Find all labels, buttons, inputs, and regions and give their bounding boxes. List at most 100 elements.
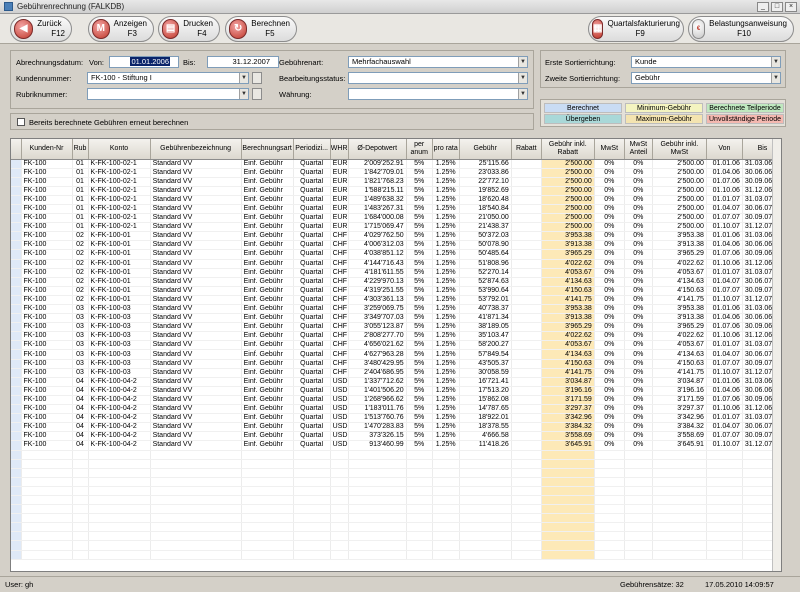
row-selector[interactable] bbox=[11, 413, 22, 424]
row-selector[interactable] bbox=[11, 368, 22, 378]
customer-select[interactable]: FK-100 - Stiftung I ▼ bbox=[87, 72, 249, 84]
second-sort-select[interactable]: Gebühr ▼ bbox=[631, 72, 781, 84]
row-selector[interactable] bbox=[11, 259, 22, 269]
row-selector[interactable] bbox=[11, 349, 22, 360]
view-button[interactable]: M Anzeigen F3 bbox=[88, 16, 154, 42]
table-row[interactable]: FK-100 04 K-FK-100-04-2 Standard VV Einf. Ge… bbox=[11, 422, 781, 433]
row-selector[interactable] bbox=[11, 422, 22, 433]
row-selector[interactable] bbox=[11, 195, 22, 205]
table-row[interactable]: FK-100 04 K-FK-100-04-2 Standard VV Einf. Ge… bbox=[11, 431, 781, 442]
column-header[interactable]: Ø-Depotwert bbox=[348, 139, 407, 160]
column-header[interactable]: Konto bbox=[88, 139, 151, 160]
column-header[interactable]: Von bbox=[706, 139, 743, 160]
recalc-checkbox[interactable] bbox=[17, 118, 25, 126]
table-row[interactable]: FK-100 01 K-FK-100-02-1 Standard VV Einf. Ge… bbox=[11, 186, 781, 196]
row-selector[interactable] bbox=[11, 404, 22, 415]
row-selector[interactable] bbox=[11, 359, 22, 369]
table-row[interactable]: FK-100 01 K-FK-100-02-1 Standard VV Einf. Ge… bbox=[11, 222, 781, 233]
row-selector[interactable] bbox=[11, 295, 22, 306]
vertical-scrollbar[interactable] bbox=[772, 139, 781, 571]
row-selector[interactable] bbox=[11, 268, 22, 278]
column-header[interactable]: Gebührenbezeichnung bbox=[150, 139, 242, 160]
row-selector[interactable] bbox=[11, 440, 22, 451]
print-button[interactable]: ▤ Drucken F4 bbox=[158, 16, 220, 42]
table-row[interactable]: FK-100 02 K-FK-100-01 Standard VV Einf. Gebü… bbox=[11, 286, 781, 296]
column-header[interactable]: MwSt Anteil bbox=[624, 139, 653, 160]
row-selector[interactable] bbox=[11, 286, 22, 296]
table-row[interactable]: FK-100 01 K-FK-100-02-1 Standard VV Einf. Ge… bbox=[11, 168, 781, 178]
table-row[interactable]: FK-100 03 K-FK-100-03 Standard VV Einf. Gebü… bbox=[11, 331, 781, 342]
table-row[interactable]: FK-100 02 K-FK-100-01 Standard VV Einf. Gebü… bbox=[11, 268, 781, 278]
table-row[interactable]: FK-100 02 K-FK-100-01 Standard VV Einf. Gebü… bbox=[11, 259, 781, 269]
table-row[interactable]: FK-100 03 K-FK-100-03 Standard VV Einf. Gebü… bbox=[11, 340, 781, 351]
column-header[interactable]: Gebühr bbox=[459, 139, 512, 160]
column-header[interactable]: MwSt bbox=[594, 139, 625, 160]
row-selector[interactable] bbox=[11, 304, 22, 315]
row-selector[interactable] bbox=[11, 313, 22, 324]
row-selector[interactable] bbox=[11, 240, 22, 251]
table-row[interactable]: FK-100 03 K-FK-100-03 Standard VV Einf. Gebü… bbox=[11, 313, 781, 324]
table-row[interactable]: FK-100 01 K-FK-100-02-1 Standard VV Einf. Ge… bbox=[11, 204, 781, 215]
row-selector[interactable] bbox=[11, 222, 22, 233]
column-header[interactable]: WHR bbox=[330, 139, 349, 160]
quarter-billing-button[interactable]: ▦ Quartalsfakturierung F9 bbox=[588, 16, 684, 42]
column-header[interactable]: Gebühr inkl. Rabatt bbox=[541, 139, 595, 160]
table-row[interactable]: FK-100 03 K-FK-100-03 Standard VV Einf. Gebü… bbox=[11, 304, 781, 315]
table-row[interactable]: FK-100 04 K-FK-100-04-2 Standard VV Einf. Ge… bbox=[11, 377, 781, 387]
feetype-select[interactable]: Mehrfachauswahl ▼ bbox=[348, 56, 528, 68]
row-selector[interactable] bbox=[11, 177, 22, 187]
table-row[interactable]: FK-100 04 K-FK-100-04-2 Standard VV Einf. Ge… bbox=[11, 386, 781, 396]
row-selector[interactable] bbox=[11, 186, 22, 196]
rubric-lookup-button[interactable] bbox=[252, 88, 262, 100]
column-header[interactable]: Periodizi... bbox=[293, 139, 331, 160]
table-row[interactable]: FK-100 03 K-FK-100-03 Standard VV Einf. Gebü… bbox=[11, 322, 781, 333]
table-row[interactable]: FK-100 02 K-FK-100-01 Standard VV Einf. Gebü… bbox=[11, 231, 781, 242]
row-selector[interactable] bbox=[11, 395, 22, 406]
row-selector[interactable] bbox=[11, 340, 22, 351]
maximize-button[interactable]: □ bbox=[771, 1, 783, 12]
date-to-input[interactable]: 31.12.2007 bbox=[207, 56, 279, 68]
row-selector[interactable] bbox=[11, 386, 22, 396]
back-button[interactable]: ◀ Zurück F12 bbox=[10, 16, 72, 42]
minimize-button[interactable]: _ bbox=[757, 1, 769, 12]
row-selector[interactable] bbox=[11, 213, 22, 224]
row-selector[interactable] bbox=[11, 277, 22, 287]
table-row[interactable]: FK-100 02 K-FK-100-01 Standard VV Einf. Gebü… bbox=[11, 240, 781, 251]
row-selector[interactable] bbox=[11, 431, 22, 442]
column-header[interactable]: Rabatt bbox=[511, 139, 542, 160]
column-header[interactable]: Gebühr inkl. MwSt bbox=[652, 139, 707, 160]
row-selector[interactable] bbox=[11, 204, 22, 215]
column-header[interactable] bbox=[11, 139, 22, 160]
row-selector[interactable] bbox=[11, 231, 22, 242]
row-selector[interactable] bbox=[11, 159, 22, 169]
table-row[interactable]: FK-100 01 K-FK-100-02-1 Standard VV Einf. Ge… bbox=[11, 213, 781, 224]
first-sort-select[interactable]: Kunde ▼ bbox=[631, 56, 781, 68]
table-row[interactable]: FK-100 04 K-FK-100-04-2 Standard VV Einf. Ge… bbox=[11, 440, 781, 451]
table-row[interactable]: FK-100 04 K-FK-100-04-2 Standard VV Einf. Ge… bbox=[11, 404, 781, 415]
column-header[interactable]: Berechnungsart bbox=[241, 139, 294, 160]
column-header[interactable]: Kunden-Nr bbox=[21, 139, 73, 160]
table-row[interactable]: FK-100 02 K-FK-100-01 Standard VV Einf. Gebü… bbox=[11, 277, 781, 287]
close-button[interactable]: × bbox=[785, 1, 797, 12]
table-row[interactable]: FK-100 04 K-FK-100-04-2 Standard VV Einf. Ge… bbox=[11, 413, 781, 424]
table-row[interactable]: FK-100 01 K-FK-100-02-1 Standard VV Einf. Ge… bbox=[11, 159, 781, 169]
row-selector[interactable] bbox=[11, 377, 22, 387]
customer-lookup-button[interactable] bbox=[252, 72, 262, 84]
calculate-button[interactable]: ↻ Berechnen F5 bbox=[225, 16, 297, 42]
row-selector[interactable] bbox=[11, 168, 22, 178]
status-select[interactable]: ▼ bbox=[348, 72, 528, 84]
table-row[interactable]: FK-100 03 K-FK-100-03 Standard VV Einf. Gebü… bbox=[11, 349, 781, 360]
table-row[interactable]: FK-100 03 K-FK-100-03 Standard VV Einf. Gebü… bbox=[11, 368, 781, 378]
table-row[interactable]: FK-100 03 K-FK-100-03 Standard VV Einf. Gebü… bbox=[11, 359, 781, 369]
date-from-input[interactable]: 01.01.2006 bbox=[109, 56, 179, 68]
row-selector[interactable] bbox=[11, 249, 22, 260]
table-row[interactable]: FK-100 02 K-FK-100-01 Standard VV Einf. Gebü… bbox=[11, 249, 781, 260]
table-row[interactable]: FK-100 01 K-FK-100-02-1 Standard VV Einf. Ge… bbox=[11, 195, 781, 205]
table-row[interactable]: FK-100 04 K-FK-100-04-2 Standard VV Einf. Ge… bbox=[11, 395, 781, 406]
currency-select[interactable]: ▼ bbox=[348, 88, 528, 100]
table-row[interactable]: FK-100 01 K-FK-100-02-1 Standard VV Einf. Ge… bbox=[11, 177, 781, 187]
debit-order-button[interactable]: € Belastungsanweisung F10 bbox=[688, 16, 794, 42]
column-header[interactable]: pro rata bbox=[432, 139, 460, 160]
row-selector[interactable] bbox=[11, 331, 22, 342]
column-header[interactable]: per anum bbox=[406, 139, 433, 160]
